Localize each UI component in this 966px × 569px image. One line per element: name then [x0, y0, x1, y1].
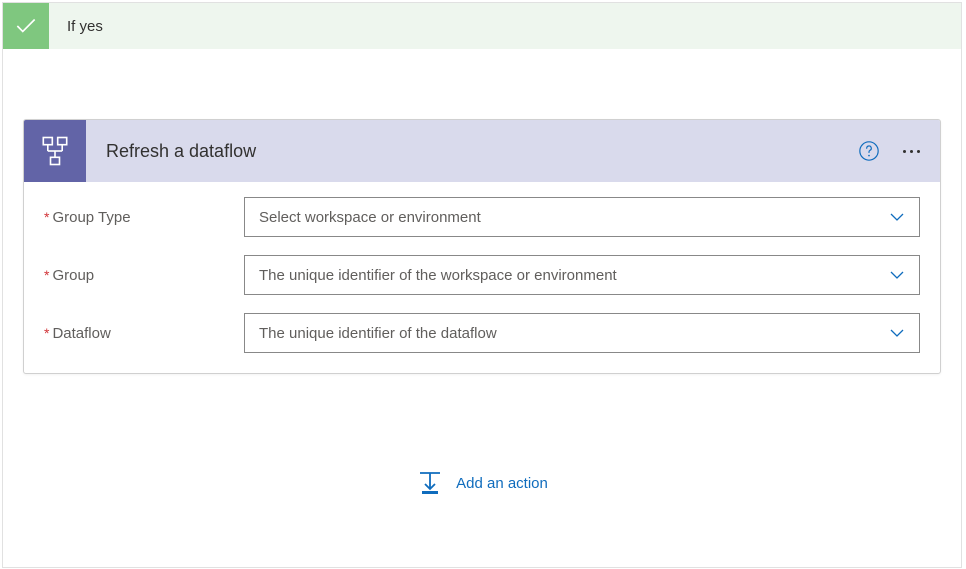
action-header[interactable]: Refresh a dataflow — [24, 120, 940, 182]
if-yes-title: If yes — [67, 18, 103, 35]
more-options-icon[interactable] — [899, 150, 924, 153]
label-group-type: * Group Type — [44, 209, 244, 226]
label-text: Group — [52, 267, 94, 284]
label-dataflow: * Dataflow — [44, 325, 244, 342]
content-area: Refresh a dataflow * Group Type — [3, 49, 961, 567]
select-placeholder: Select workspace or environment — [259, 209, 889, 226]
required-star-icon: * — [44, 267, 49, 283]
select-dataflow[interactable]: The unique identifier of the dataflow — [244, 313, 920, 353]
add-action-label: Add an action — [456, 475, 548, 492]
add-action-button[interactable]: Add an action — [416, 469, 548, 497]
add-action-icon — [416, 469, 444, 497]
if-yes-container: If yes Refresh a dataflow — [2, 2, 962, 568]
form-row-group-type: * Group Type Select workspace or environ… — [44, 197, 920, 237]
label-group: * Group — [44, 267, 244, 284]
dataflow-icon — [24, 120, 86, 182]
form-row-dataflow: * Dataflow The unique identifier of the … — [44, 313, 920, 353]
chevron-down-icon — [889, 209, 905, 225]
action-card: Refresh a dataflow * Group Type — [23, 119, 941, 374]
help-icon[interactable] — [857, 139, 881, 163]
add-action-area: Add an action — [23, 374, 941, 537]
chevron-down-icon — [889, 267, 905, 283]
required-star-icon: * — [44, 325, 49, 341]
label-text: Group Type — [52, 209, 130, 226]
chevron-down-icon — [889, 325, 905, 341]
select-group[interactable]: The unique identifier of the workspace o… — [244, 255, 920, 295]
checkmark-icon — [3, 3, 49, 49]
label-text: Dataflow — [52, 325, 110, 342]
select-group-type[interactable]: Select workspace or environment — [244, 197, 920, 237]
form-body: * Group Type Select workspace or environ… — [24, 182, 940, 373]
select-placeholder: The unique identifier of the dataflow — [259, 325, 889, 342]
if-yes-header[interactable]: If yes — [3, 3, 961, 49]
required-star-icon: * — [44, 209, 49, 225]
action-title: Refresh a dataflow — [106, 141, 857, 162]
form-row-group: * Group The unique identifier of the wor… — [44, 255, 920, 295]
select-placeholder: The unique identifier of the workspace o… — [259, 267, 889, 284]
